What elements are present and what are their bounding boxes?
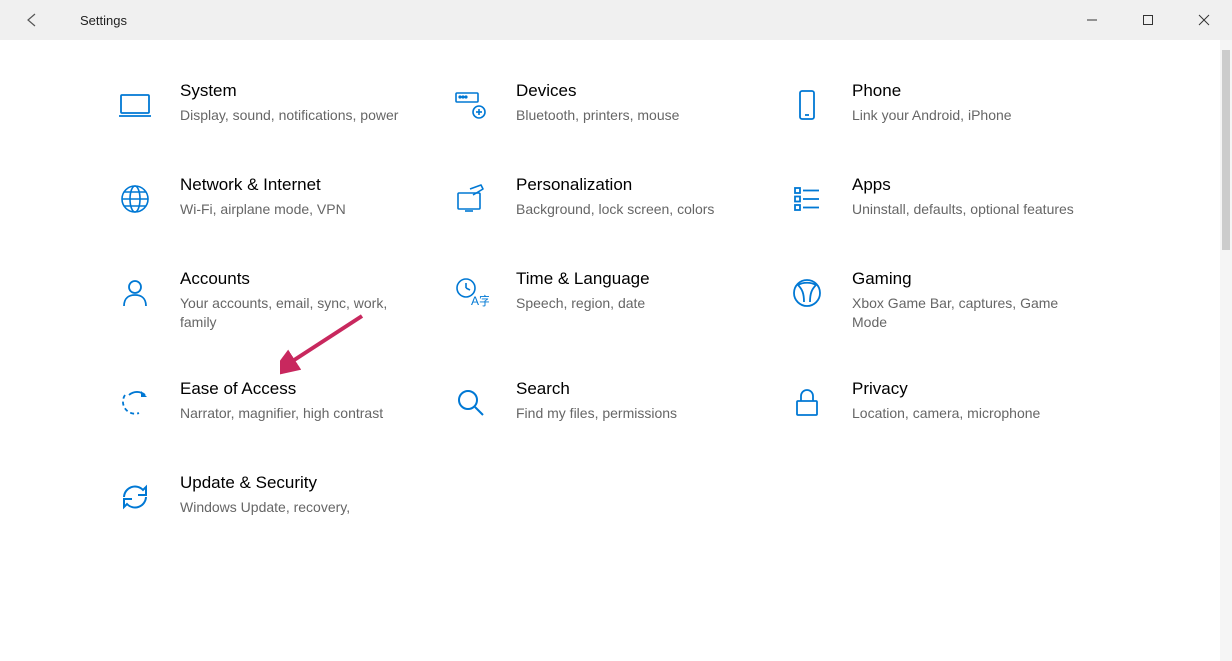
tile-title: Network & Internet (180, 174, 424, 196)
tile-desc: Xbox Game Bar, captures, Game Mode (852, 294, 1096, 332)
update-icon (112, 474, 158, 520)
tile-apps[interactable]: Apps Uninstall, defaults, optional featu… (784, 174, 1120, 222)
personalization-icon (448, 176, 494, 222)
tile-desc: Location, camera, microphone (852, 404, 1096, 423)
tile-title: Privacy (852, 378, 1096, 400)
app-title: Settings (80, 13, 127, 28)
phone-icon (784, 82, 830, 128)
back-button[interactable] (12, 0, 52, 40)
tile-phone[interactable]: Phone Link your Android, iPhone (784, 80, 1120, 128)
tile-personalization[interactable]: Personalization Background, lock screen,… (448, 174, 784, 222)
tile-title: Gaming (852, 268, 1096, 290)
scrollbar-thumb[interactable] (1222, 50, 1230, 250)
tile-desc: Find my files, permissions (516, 404, 760, 423)
minimize-button[interactable] (1064, 0, 1120, 40)
tile-desc: Windows Update, recovery, (180, 498, 424, 517)
time-language-icon: A字 (448, 270, 494, 316)
search-icon (448, 380, 494, 426)
tile-desc: Uninstall, defaults, optional features (852, 200, 1096, 219)
svg-text:A字: A字 (471, 293, 489, 308)
tile-title: Search (516, 378, 760, 400)
tile-title: Update & Security (180, 472, 424, 494)
tile-title: System (180, 80, 424, 102)
lock-icon (784, 380, 830, 426)
tile-accounts[interactable]: Accounts Your accounts, email, sync, wor… (112, 268, 448, 332)
tile-search[interactable]: Search Find my files, permissions (448, 378, 784, 426)
tile-system[interactable]: System Display, sound, notifications, po… (112, 80, 448, 128)
tile-network[interactable]: Network & Internet Wi-Fi, airplane mode,… (112, 174, 448, 222)
apps-icon (784, 176, 830, 222)
maximize-button[interactable] (1120, 0, 1176, 40)
tile-title: Ease of Access (180, 378, 424, 400)
gaming-icon (784, 270, 830, 316)
tile-privacy[interactable]: Privacy Location, camera, microphone (784, 378, 1120, 426)
tile-time-language[interactable]: A字 Time & Language Speech, region, date (448, 268, 784, 332)
window-controls (1064, 0, 1232, 40)
globe-icon (112, 176, 158, 222)
tile-desc: Wi-Fi, airplane mode, VPN (180, 200, 424, 219)
tile-title: Devices (516, 80, 760, 102)
tile-gaming[interactable]: Gaming Xbox Game Bar, captures, Game Mod… (784, 268, 1120, 332)
tile-desc: Background, lock screen, colors (516, 200, 760, 219)
settings-content: System Display, sound, notifications, po… (0, 40, 1232, 520)
titlebar: Settings (0, 0, 1232, 40)
tile-ease-of-access[interactable]: Ease of Access Narrator, magnifier, high… (112, 378, 448, 426)
tile-title: Personalization (516, 174, 760, 196)
close-button[interactable] (1176, 0, 1232, 40)
settings-grid: System Display, sound, notifications, po… (0, 80, 1232, 520)
tile-devices[interactable]: Devices Bluetooth, printers, mouse (448, 80, 784, 128)
tile-title: Phone (852, 80, 1096, 102)
devices-icon (448, 82, 494, 128)
vertical-scrollbar[interactable] (1220, 40, 1232, 661)
tile-desc: Link your Android, iPhone (852, 106, 1096, 125)
tile-desc: Narrator, magnifier, high contrast (180, 404, 424, 423)
person-icon (112, 270, 158, 316)
tile-desc: Bluetooth, printers, mouse (516, 106, 760, 125)
tile-update-security[interactable]: Update & Security Windows Update, recove… (112, 472, 448, 520)
tile-desc: Display, sound, notifications, power (180, 106, 424, 125)
tile-title: Accounts (180, 268, 424, 290)
system-icon (112, 82, 158, 128)
tile-title: Apps (852, 174, 1096, 196)
tile-desc: Your accounts, email, sync, work, family (180, 294, 424, 332)
ease-of-access-icon (112, 380, 158, 426)
tile-desc: Speech, region, date (516, 294, 760, 313)
tile-title: Time & Language (516, 268, 760, 290)
